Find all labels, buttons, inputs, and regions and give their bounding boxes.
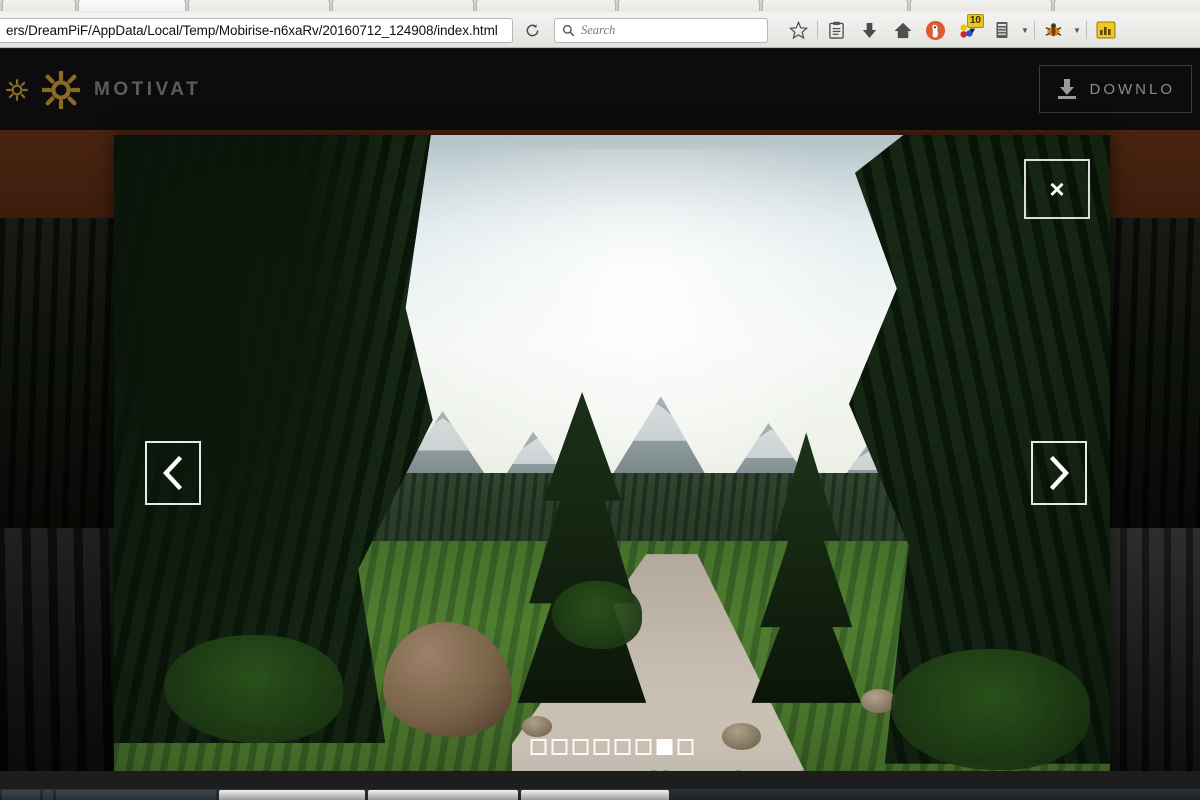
taskbar-item[interactable]: [219, 790, 365, 800]
reader-list-icon: [829, 21, 844, 39]
search-box[interactable]: Search: [554, 17, 768, 43]
colorzilla-badge: 10: [966, 14, 984, 28]
duckduckgo-icon: [925, 20, 946, 40]
photo-vignette: [114, 135, 1110, 789]
lightbox-pagination-dot[interactable]: [572, 739, 589, 755]
lightbox-pagination[interactable]: [530, 739, 694, 755]
address-bar[interactable]: ers/DreamPiF/AppData/Local/Temp/Mobirise…: [0, 17, 513, 43]
download-button-label: DOWNLO: [1089, 80, 1175, 98]
colorzilla-button[interactable]: 10: [952, 14, 985, 45]
server-icon: [996, 22, 1007, 38]
lightbox-pagination-dot[interactable]: [635, 739, 652, 755]
lightbox-pagination-dot[interactable]: [614, 739, 631, 755]
reader-list-button[interactable]: [820, 15, 853, 45]
lightbox-pagination-dot[interactable]: [593, 739, 610, 755]
site-navbar: MOTIVAT DOWNLO: [0, 49, 1200, 130]
desktop-gap: [0, 771, 1200, 789]
taskbar[interactable]: [0, 789, 1200, 800]
lightbox-image: [114, 135, 1110, 789]
lightbox-close-button[interactable]: ×: [1024, 159, 1090, 219]
downloads-button[interactable]: [853, 15, 886, 45]
reload-icon: [526, 23, 538, 36]
lightbox-overlay[interactable]: × Much cleaner and not standing in the w…: [114, 135, 1110, 789]
lightbox-pagination-dot[interactable]: [551, 739, 568, 755]
home-icon: [893, 22, 912, 38]
firebug-icon: [1045, 22, 1062, 36]
chevron-right-icon: [1049, 456, 1070, 490]
web-page: MOTIVAT DOWNLO ×: [0, 49, 1200, 789]
screen: ers/DreamPiF/AppData/Local/Temp/Mobirise…: [0, 0, 1200, 800]
reload-button[interactable]: [517, 18, 547, 43]
download-button[interactable]: DOWNLO: [1038, 65, 1192, 113]
browser-tabstrip[interactable]: [0, 0, 1200, 13]
browser-navigation-bar: ers/DreamPiF/AppData/Local/Temp/Mobirise…: [0, 13, 1200, 48]
toolbar-separator: [1086, 21, 1087, 39]
taskbar-item[interactable]: [368, 790, 518, 800]
taskbar-item[interactable]: [56, 790, 216, 800]
brand[interactable]: MOTIVAT: [6, 70, 202, 109]
downloads-arrow-icon: [862, 22, 877, 38]
browser-toolbar-icons: 10 ▼ ▼: [782, 14, 1122, 45]
taskbar-item[interactable]: [43, 790, 53, 800]
lightbox-pagination-dot[interactable]: [677, 739, 694, 755]
chevron-left-icon: [162, 456, 183, 490]
home-button[interactable]: [886, 15, 919, 45]
taskbar-item[interactable]: [2, 790, 40, 800]
bookmark-star-icon: [789, 20, 808, 39]
search-input[interactable]: Search: [581, 23, 615, 38]
taskbar-item[interactable]: [521, 790, 669, 800]
search-icon: [562, 24, 575, 36]
lightbox-next-button[interactable]: [1031, 441, 1087, 505]
download-icon: [1057, 79, 1076, 99]
sun-icon: [42, 70, 80, 109]
toolbar-separator: [817, 21, 818, 39]
server-dropdown-arrow[interactable]: ▼: [1018, 15, 1032, 45]
firebug-button[interactable]: [1037, 15, 1070, 45]
close-icon: ×: [1049, 174, 1065, 204]
server-button[interactable]: [985, 15, 1018, 45]
bookmark-star-button[interactable]: [782, 15, 815, 45]
lightbox-prev-button[interactable]: [145, 441, 201, 505]
toolbar-separator: [1034, 21, 1035, 39]
sun-icon: [6, 78, 28, 101]
firebug-dropdown-arrow[interactable]: ▼: [1070, 15, 1084, 45]
duckduckgo-button[interactable]: [919, 15, 952, 45]
brand-title: MOTIVAT: [94, 78, 202, 100]
lightbox-pagination-dot[interactable]: [530, 739, 547, 755]
address-bar-url: ers/DreamPiF/AppData/Local/Temp/Mobirise…: [6, 22, 498, 38]
lightbox-pagination-dot[interactable]: [656, 739, 673, 755]
analytics-button[interactable]: [1089, 15, 1122, 45]
analytics-icon: [1096, 21, 1115, 39]
